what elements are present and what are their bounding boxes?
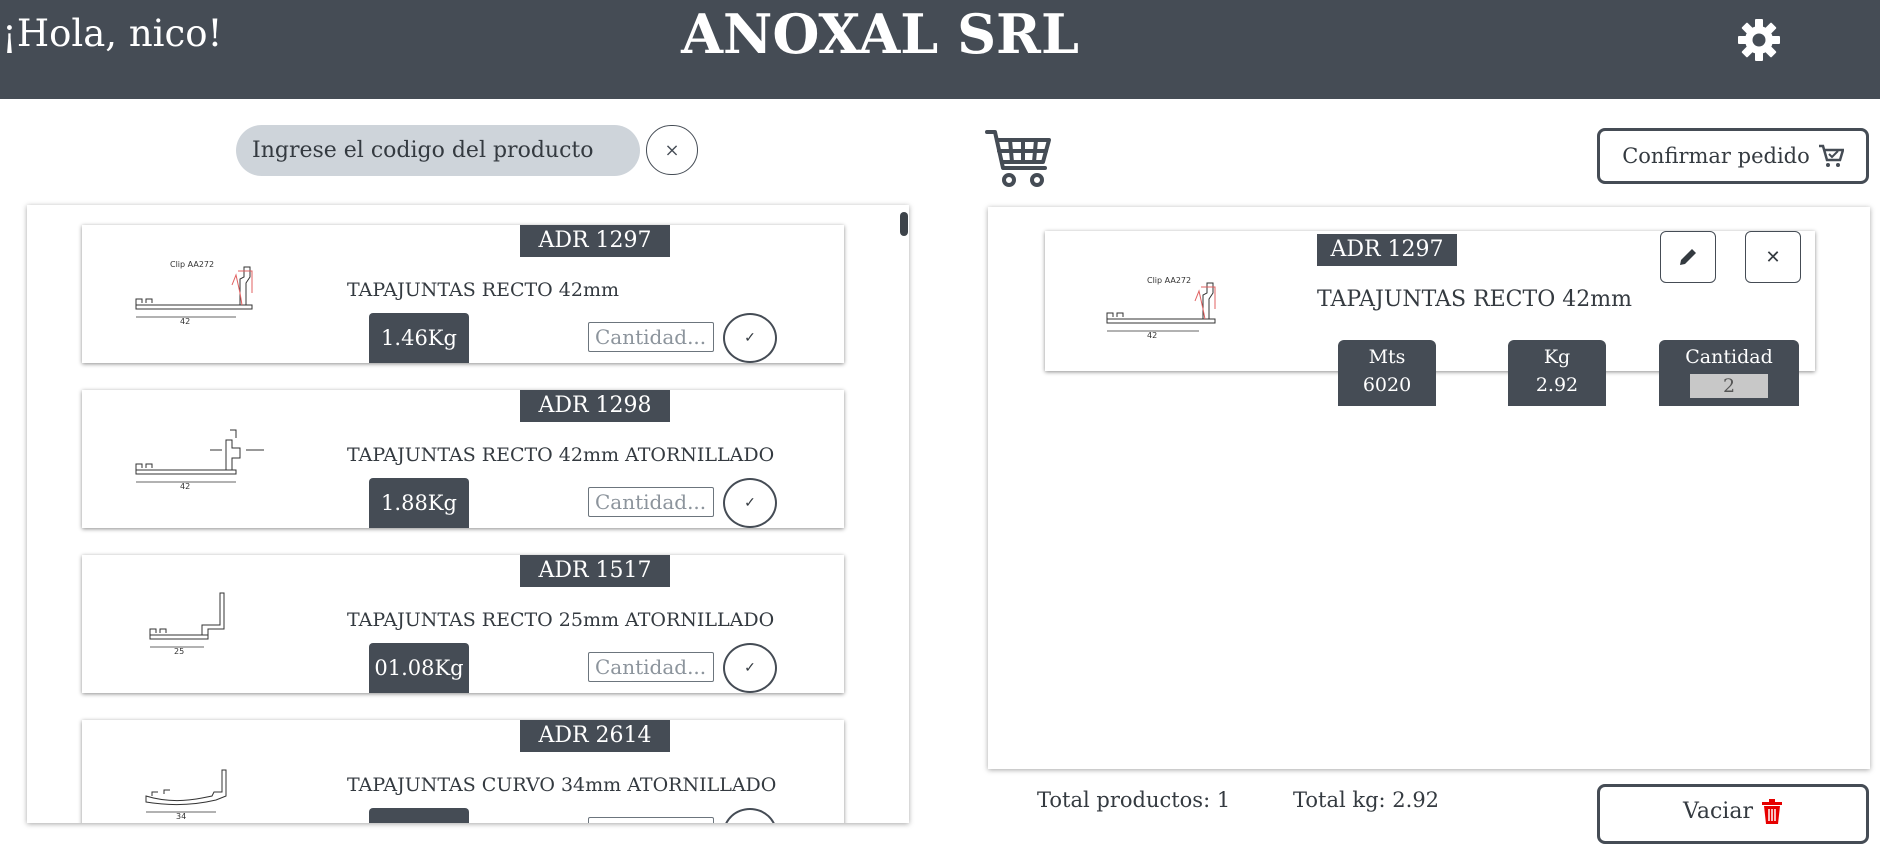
confirm-order-button[interactable]: Confirmar pedido — [1597, 128, 1869, 184]
dimension-label: 42 — [180, 482, 190, 491]
cart-icon — [985, 130, 1051, 187]
confirm-order-label: Confirmar pedido — [1622, 144, 1810, 168]
profile-drawing: 42 — [135, 429, 264, 491]
edit-item-button[interactable] — [1660, 231, 1716, 283]
product-list[interactable]: ADR 1297 Clip AA272 42 TAPAJUNTAS RECTO … — [27, 205, 909, 823]
kg-label: Kg — [1543, 346, 1571, 368]
empty-cart-button[interactable]: Vaciar — [1597, 784, 1869, 844]
quantity-stat: Cantidad 2 — [1659, 340, 1799, 406]
dimension-label: 42 — [1147, 331, 1157, 340]
add-to-cart-button[interactable]: ✓ — [723, 808, 777, 823]
quantity-input[interactable] — [588, 817, 714, 823]
product-card: ADR 1297 Clip AA272 42 TAPAJUNTAS RECTO … — [82, 225, 844, 363]
total-kg: Total kg: 2.92 — [1293, 788, 1440, 812]
product-name: TAPAJUNTAS CURVO 34mm ATORNILLADO — [347, 774, 777, 796]
product-code: ADR 2614 — [520, 720, 670, 752]
close-icon: ✕ — [1765, 246, 1781, 268]
product-name: TAPAJUNTAS RECTO 25mm ATORNILLADO — [347, 609, 775, 631]
cart-item-name: TAPAJUNTAS RECTO 42mm — [1317, 287, 1632, 312]
weight-badge: 1.46Kg — [369, 313, 469, 363]
product-code: ADR 1297 — [520, 225, 670, 257]
gear-icon[interactable] — [1735, 16, 1783, 64]
dimension-label: 34 — [176, 812, 186, 821]
drawing-label: Clip AA272 — [1147, 276, 1191, 285]
cart-check-icon — [1818, 144, 1844, 167]
profile-drawing: 34 — [145, 769, 227, 821]
search-input[interactable] — [236, 125, 640, 176]
kg-stat: Kg 2.92 — [1508, 340, 1606, 406]
brand-title: ANOXAL SRL — [681, 2, 1079, 66]
product-card: ADR 1517 25 TAPAJUNTAS RECTO 25mm ATORNI… — [82, 555, 844, 693]
check-icon: ✓ — [744, 660, 756, 676]
scrollbar-thumb[interactable] — [900, 212, 908, 236]
search-clear-button[interactable]: × — [646, 125, 698, 175]
weight-badge — [369, 808, 469, 823]
quantity-input[interactable] — [588, 487, 714, 517]
check-icon: ✓ — [744, 495, 756, 511]
app-header: ¡Hola, nico! ANOXAL SRL — [0, 0, 1880, 99]
product-name: TAPAJUNTAS RECTO 42mm ATORNILLADO — [347, 444, 775, 466]
quantity-input[interactable] — [588, 652, 714, 682]
add-to-cart-button[interactable]: ✓ — [723, 313, 777, 363]
cart-item-code: ADR 1297 — [1317, 234, 1457, 266]
remove-item-button[interactable]: ✕ — [1745, 231, 1801, 283]
product-card: ADR 2614 34 TAPAJUNTAS CURVO 34mm ATORNI… — [82, 720, 844, 823]
dimension-label: 25 — [174, 647, 184, 656]
cart-panel: ADR 1297 Clip AA272 42 TAPAJUNTAS RECTO … — [988, 207, 1870, 769]
pencil-icon — [1680, 249, 1696, 265]
close-icon: × — [664, 139, 680, 161]
dimension-label: 42 — [180, 317, 190, 326]
cart-item: ADR 1297 Clip AA272 42 TAPAJUNTAS RECTO … — [1045, 231, 1815, 406]
profile-drawing: Clip AA272 42 — [1106, 276, 1216, 340]
weight-badge: 01.08Kg — [369, 643, 469, 693]
total-products: Total productos: 1 — [1037, 788, 1231, 812]
add-to-cart-button[interactable]: ✓ — [723, 643, 777, 693]
product-card: ADR 1298 42 TAPAJUNTAS RECTO 42mm ATORNI… — [82, 390, 844, 528]
meters-label: Mts — [1368, 346, 1406, 368]
empty-cart-label: Vaciar — [1683, 799, 1753, 824]
product-code: ADR 1517 — [520, 555, 670, 587]
product-code: ADR 1298 — [520, 390, 670, 422]
trash-icon — [1761, 799, 1782, 824]
profile-drawing: Clip AA272 42 — [135, 260, 253, 326]
kg-value: 2.92 — [1535, 374, 1579, 396]
weight-badge: 1.88Kg — [369, 478, 469, 528]
add-to-cart-button[interactable]: ✓ — [723, 478, 777, 528]
drawing-label: Clip AA272 — [170, 260, 214, 269]
check-icon: ✓ — [744, 330, 756, 346]
quantity-field[interactable]: 2 — [1690, 374, 1768, 398]
profile-drawing: 25 — [149, 592, 225, 656]
quantity-label: Cantidad — [1685, 346, 1773, 368]
meters-value: 6020 — [1362, 374, 1412, 396]
meters-stat: Mts 6020 — [1338, 340, 1436, 406]
quantity-input[interactable] — [588, 322, 714, 352]
product-name: TAPAJUNTAS RECTO 42mm — [347, 279, 619, 301]
